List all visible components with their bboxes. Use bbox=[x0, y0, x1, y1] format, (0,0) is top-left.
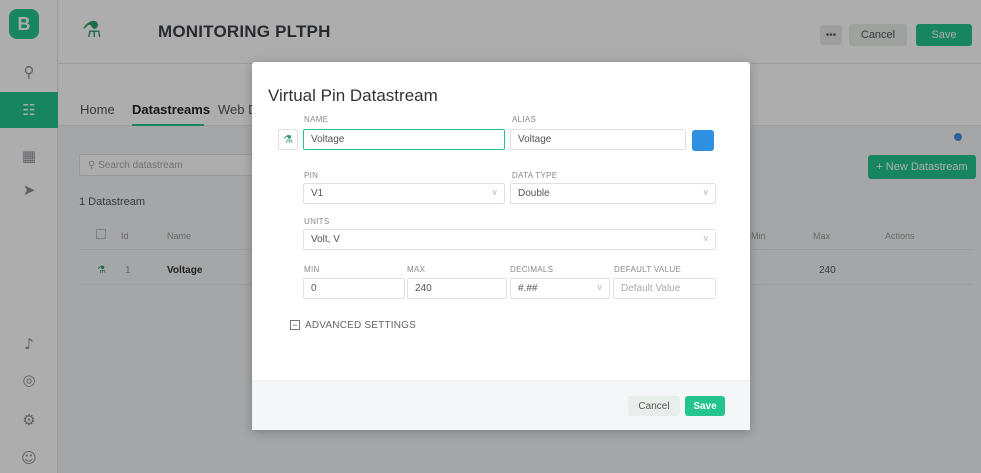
name-label: NAME bbox=[304, 115, 329, 124]
units-select[interactable]: Volt, V ∨ bbox=[303, 229, 716, 250]
advanced-settings-toggle[interactable]: ADVANCED SETTINGS bbox=[305, 320, 416, 331]
chevron-down-icon: ∨ bbox=[702, 234, 709, 244]
decimals-select[interactable]: #.## ∨ bbox=[510, 278, 610, 299]
chevron-down-icon: ∨ bbox=[491, 188, 498, 198]
chevron-down-icon: ∨ bbox=[596, 283, 603, 293]
max-label: MAX bbox=[407, 265, 426, 274]
chevron-down-icon: ∨ bbox=[702, 188, 709, 198]
decimals-label: DECIMALS bbox=[510, 265, 554, 274]
dialog-cancel-button[interactable]: Cancel bbox=[628, 396, 680, 416]
expand-toggle-icon[interactable]: − bbox=[290, 320, 300, 330]
pin-value: V1 bbox=[311, 188, 324, 199]
dialog-save-button[interactable]: Save bbox=[685, 396, 725, 416]
units-label: UNITS bbox=[304, 217, 330, 226]
default-value-label: DEFAULT VALUE bbox=[614, 265, 682, 274]
datatype-label: DATA TYPE bbox=[512, 171, 558, 180]
alias-field[interactable]: Voltage bbox=[510, 129, 686, 150]
max-field[interactable]: 240 bbox=[407, 278, 507, 299]
datatype-select[interactable]: Double ∨ bbox=[510, 183, 716, 204]
dialog-footer: Cancel Save bbox=[252, 380, 750, 430]
min-field[interactable]: 0 bbox=[303, 278, 405, 299]
pin-select[interactable]: V1 ∨ bbox=[303, 183, 505, 204]
datastream-dialog: Virtual Pin Datastream NAME ALIAS ⚗ Volt… bbox=[252, 62, 750, 430]
datastream-icon: ⚗ bbox=[283, 133, 293, 146]
color-picker[interactable] bbox=[692, 130, 714, 151]
datastream-icon-picker[interactable]: ⚗ bbox=[278, 129, 298, 150]
default-value-field[interactable]: Default Value bbox=[613, 278, 716, 299]
decimals-value: #.## bbox=[518, 283, 538, 294]
min-label: MIN bbox=[304, 265, 320, 274]
datatype-value: Double bbox=[518, 188, 550, 199]
dialog-title: Virtual Pin Datastream bbox=[268, 86, 438, 105]
name-field[interactable]: Voltage bbox=[303, 129, 505, 150]
pin-label: PIN bbox=[304, 171, 319, 180]
alias-label: ALIAS bbox=[512, 115, 537, 124]
units-value: Volt, V bbox=[311, 234, 340, 245]
